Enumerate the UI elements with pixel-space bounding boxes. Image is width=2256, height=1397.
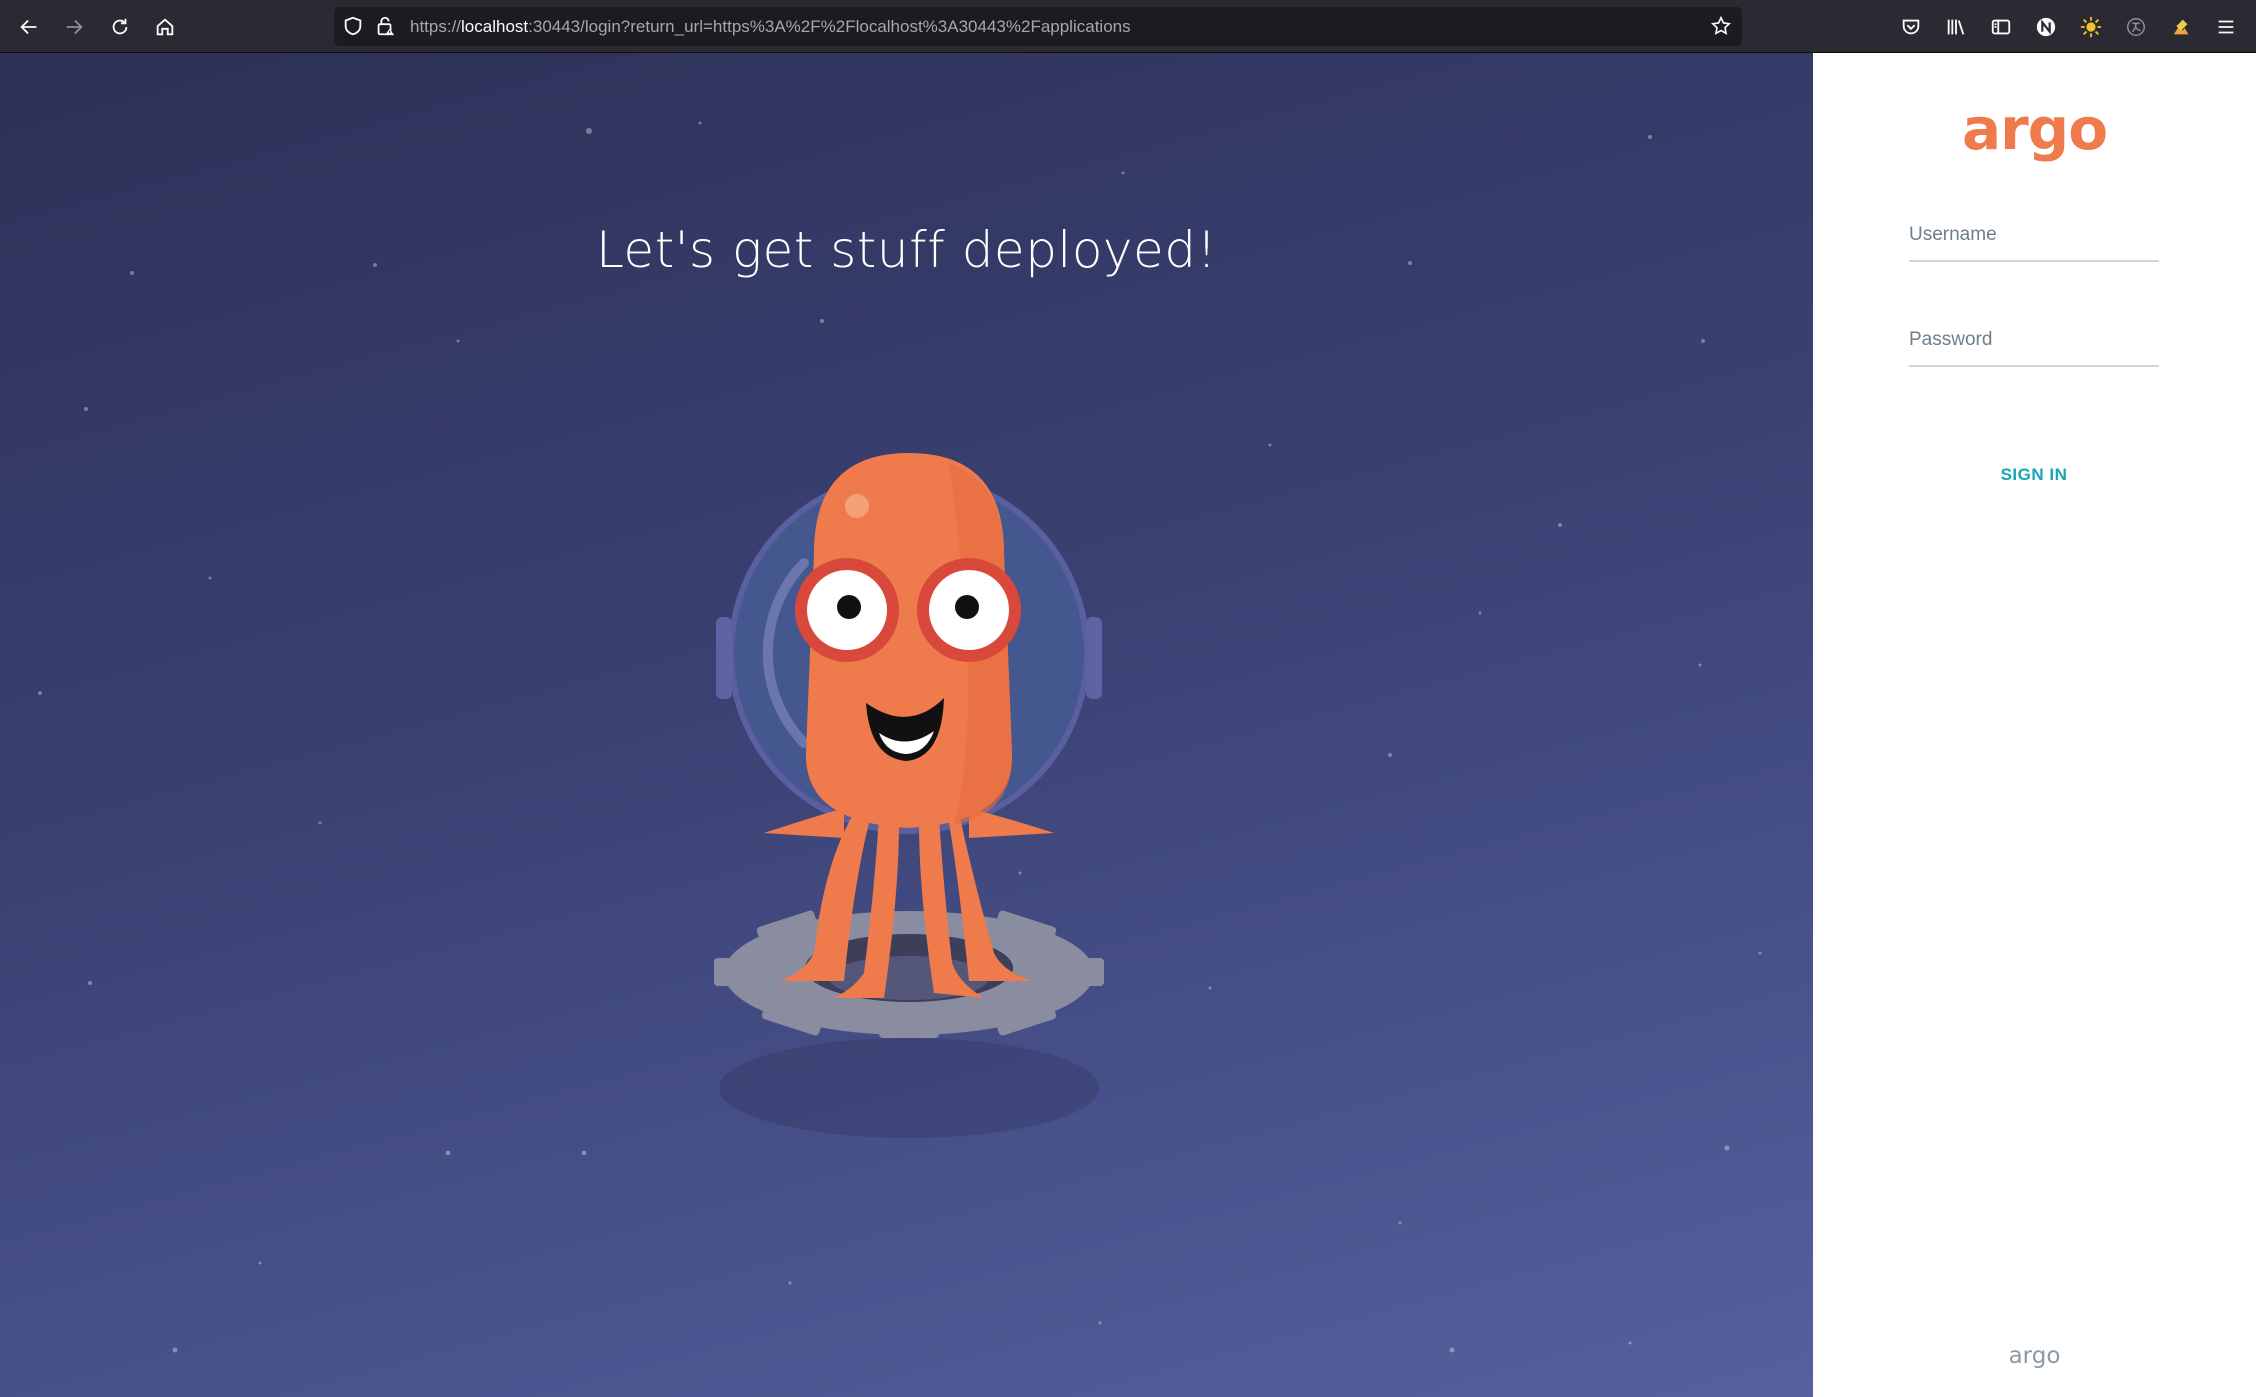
password-input[interactable] — [1909, 315, 2159, 365]
browser-toolbar: https://localhost:30443/login?return_url… — [0, 0, 2256, 53]
reload-button[interactable] — [103, 10, 137, 44]
extension-icon — [2173, 19, 2189, 35]
sun-icon — [2080, 16, 2102, 38]
lock-icon[interactable] — [374, 15, 396, 37]
address-bar[interactable]: https://localhost:30443/login?return_url… — [334, 7, 1742, 46]
home-button[interactable] — [148, 10, 182, 44]
footer-argo-logo: argo — [2008, 1343, 2061, 1369]
sign-in-button[interactable]: SIGN IN — [1909, 455, 2159, 495]
star-icon[interactable] — [1710, 15, 1732, 37]
hero-panel: Let's get stuff deployed! — [0, 53, 1813, 1397]
pocket-icon — [1902, 19, 1920, 35]
argo-mascot-illustration — [714, 453, 1104, 1138]
pocket-button[interactable] — [1894, 10, 1928, 44]
home-icon — [156, 18, 174, 36]
translate-button[interactable] — [2119, 10, 2153, 44]
app-menu-button[interactable] — [2209, 10, 2243, 44]
username-input[interactable] — [1909, 210, 2159, 260]
notion-extension-button[interactable] — [2029, 10, 2063, 44]
forward-icon — [66, 19, 83, 35]
sidebar-button[interactable] — [1984, 10, 2018, 44]
library-button[interactable] — [1939, 10, 1973, 44]
url-text[interactable]: https://localhost:30443/login?return_url… — [410, 7, 1131, 46]
username-field[interactable] — [1909, 210, 2159, 262]
menu-icon — [2218, 20, 2234, 34]
translate-icon — [2127, 18, 2145, 36]
library-icon — [1947, 19, 1965, 35]
back-icon — [20, 19, 37, 35]
notion-icon — [2036, 17, 2056, 37]
login-panel: argo SIGN IN argo — [1813, 53, 2256, 1397]
forward-button[interactable] — [57, 10, 91, 44]
dark-reader-button[interactable] — [2074, 10, 2108, 44]
extension-button[interactable] — [2164, 10, 2198, 44]
reload-icon — [112, 18, 128, 35]
password-field[interactable] — [1909, 315, 2159, 367]
hero-tagline: Let's get stuff deployed! — [595, 221, 1218, 279]
argo-logo: argo — [1961, 95, 2108, 163]
back-button[interactable] — [12, 10, 46, 44]
sidebar-icon — [1991, 19, 2011, 35]
shield-icon[interactable] — [342, 15, 364, 37]
